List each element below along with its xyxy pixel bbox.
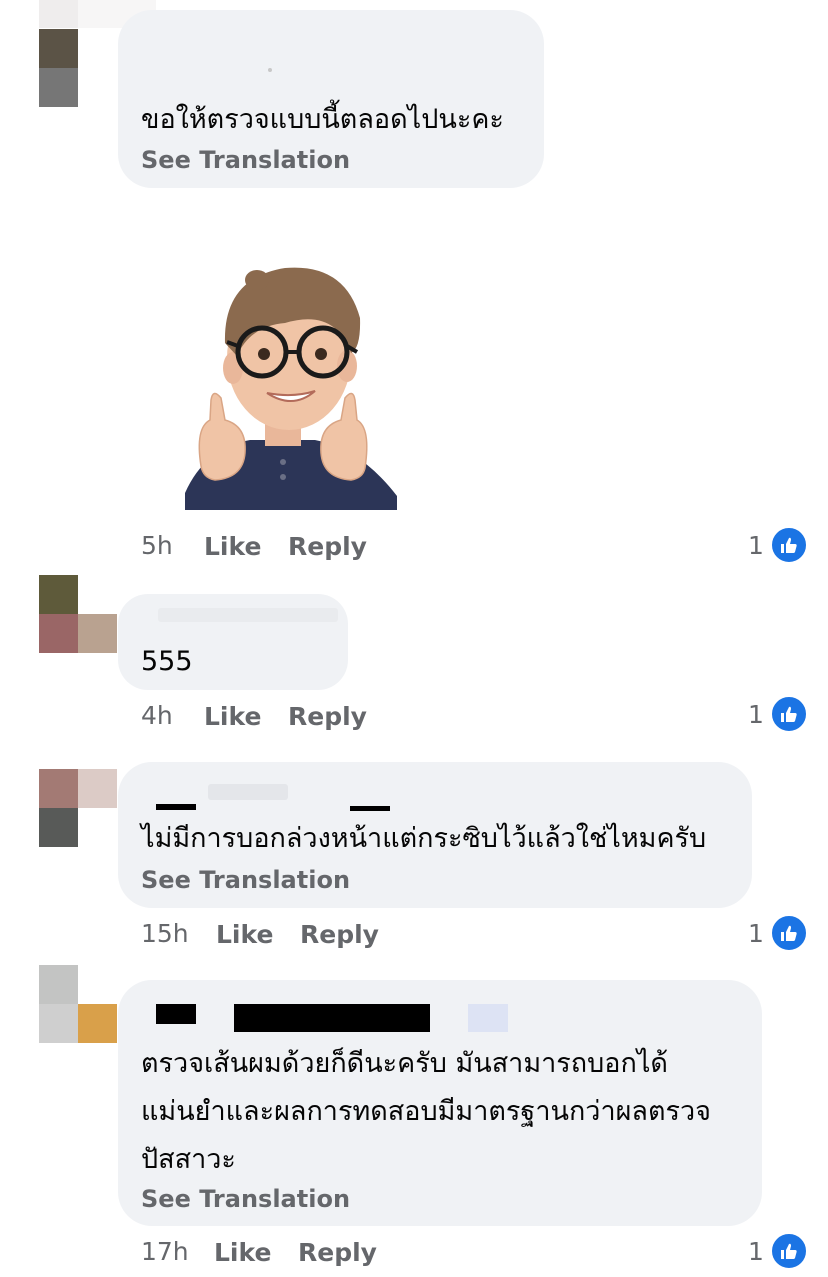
comment-text-line: ตรวจเส้นผมด้วยก็ดีนะครับ มันสามารถบอกได้	[141, 1048, 668, 1079]
comment-text-line: แม่นยำและผลการทดสอบมีมาตรฐานกว่าผลตรวจ	[141, 1096, 711, 1127]
author-name-obscured[interactable]	[268, 68, 272, 72]
like-button[interactable]: Like	[216, 920, 273, 949]
commenter-avatar[interactable]	[39, 29, 117, 107]
reaction-count[interactable]: 1	[748, 914, 808, 952]
author-name-obscured	[208, 784, 288, 800]
see-translation-link[interactable]: See Translation	[141, 866, 350, 894]
comment-timestamp: 15h	[141, 919, 189, 948]
like-button[interactable]: Like	[214, 1238, 271, 1267]
comment-timestamp: 4h	[141, 701, 173, 730]
reply-button[interactable]: Reply	[288, 532, 367, 561]
author-name-obscured	[468, 1004, 508, 1032]
thumbs-up-icon	[769, 695, 808, 733]
thumbs-up-icon	[769, 914, 808, 952]
author-name-redacted	[234, 1004, 430, 1032]
see-translation-link[interactable]: See Translation	[141, 1185, 350, 1213]
author-name-redacted[interactable]	[156, 1004, 196, 1024]
comment-text: ขอให้ตรวจแบบนี้ตลอดไปนะคะ	[141, 104, 504, 135]
comment-timestamp: 17h	[141, 1237, 189, 1266]
like-button[interactable]: Like	[204, 532, 261, 561]
thumbs-up-icon	[769, 1232, 808, 1270]
commenter-avatar[interactable]	[39, 769, 117, 847]
pixelated-avatar-top	[39, 0, 78, 28]
reply-button[interactable]: Reply	[300, 920, 379, 949]
commenter-avatar[interactable]	[39, 575, 117, 653]
reaction-count[interactable]: 1	[748, 526, 808, 564]
comment-text: ไม่มีการบอกล่วงหน้าแต่กระซิบไว้แล้วใช่ไห…	[141, 823, 707, 854]
thumbs-up-icon	[769, 526, 808, 564]
like-button[interactable]: Like	[204, 702, 261, 731]
author-name-obscured[interactable]	[158, 608, 338, 622]
see-translation-link[interactable]: See Translation	[141, 146, 350, 174]
commenter-avatar[interactable]	[39, 965, 117, 1043]
reaction-count-number: 1	[748, 1236, 764, 1266]
reaction-count-number: 1	[748, 530, 764, 560]
reaction-count[interactable]: 1	[748, 695, 808, 733]
memoji-thumbs-up-sticker	[165, 248, 401, 516]
comment-text-line: ปัสสาวะ	[141, 1144, 236, 1175]
comment-text: 555	[141, 646, 193, 677]
comment-timestamp: 5h	[141, 531, 173, 560]
reaction-count[interactable]: 1	[748, 1232, 808, 1270]
reply-button[interactable]: Reply	[288, 702, 367, 731]
reply-button[interactable]: Reply	[298, 1238, 377, 1267]
reaction-count-number: 1	[748, 699, 764, 729]
reaction-count-number: 1	[748, 918, 764, 948]
author-name-redacted	[350, 806, 390, 811]
author-name-redacted[interactable]	[156, 804, 196, 810]
